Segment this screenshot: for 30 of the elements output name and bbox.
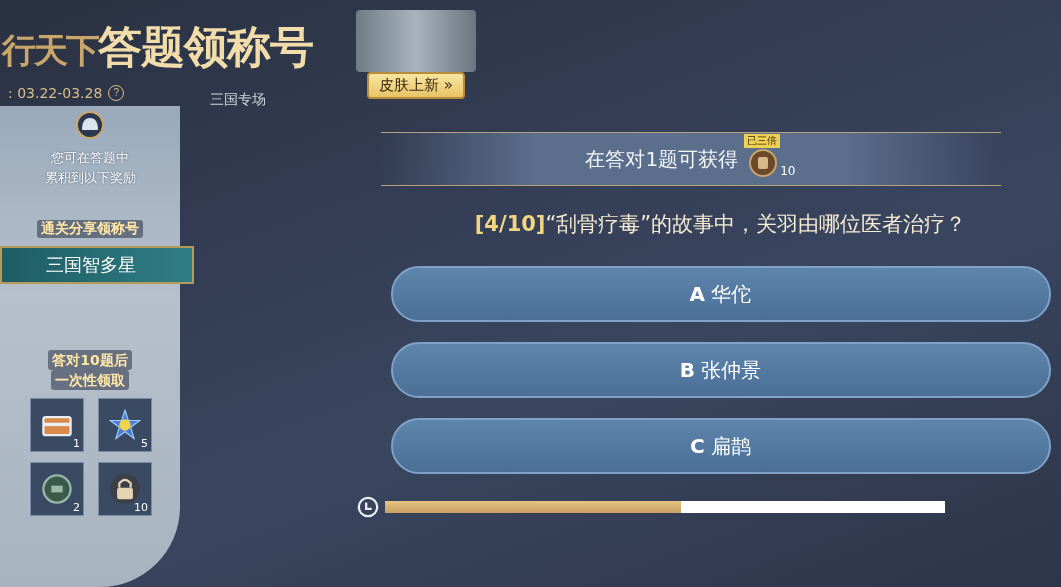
event-title-prefix: 行天下	[2, 30, 98, 72]
answer-option[interactable]: C 扁鹊	[390, 418, 1051, 474]
event-title: 答题领称号	[98, 20, 313, 74]
claim-rule-text: 答对10题后	[48, 350, 132, 370]
medal-icon	[748, 148, 779, 178]
reward-slot[interactable]: 5	[98, 398, 152, 452]
reward-count: 1	[73, 437, 80, 450]
reward-count: 5	[141, 437, 148, 450]
share-title-label: 通关分享领称号	[37, 220, 143, 238]
star-icon	[108, 408, 142, 442]
clock-icon	[356, 496, 379, 518]
reward-intro-text: 您可在答题中	[51, 149, 129, 167]
honor-title-ribbon: 三国智多星	[0, 246, 194, 284]
answer-option[interactable]: B 张仲景	[390, 342, 1051, 398]
claim-rule-text: 一次性领取	[51, 370, 129, 390]
reward-count: 2	[73, 501, 80, 514]
bonus-count: 10	[780, 164, 796, 178]
reward-slot[interactable]: 2	[30, 462, 84, 516]
question-text: [4/10]“刮骨疗毒”的故事中，关羽由哪位医者治疗？	[474, 211, 967, 238]
reward-slot[interactable]: 1	[30, 398, 84, 452]
reward-count: 10	[134, 501, 148, 514]
reward-intro-text: 累积到以下奖励	[44, 169, 136, 187]
coin-icon	[40, 472, 74, 506]
new-skin-button[interactable]: 皮肤上新 »	[367, 72, 465, 99]
multiplier-badge: 已三倍	[744, 134, 781, 148]
event-subtitle: 三国专场	[210, 91, 267, 109]
bonus-text: 在答对1题可获得	[585, 145, 739, 173]
reward-slot[interactable]: 10	[98, 462, 152, 516]
event-date: : 03.22-03.28	[8, 85, 103, 101]
answer-option[interactable]: A 华佗	[390, 266, 1051, 322]
